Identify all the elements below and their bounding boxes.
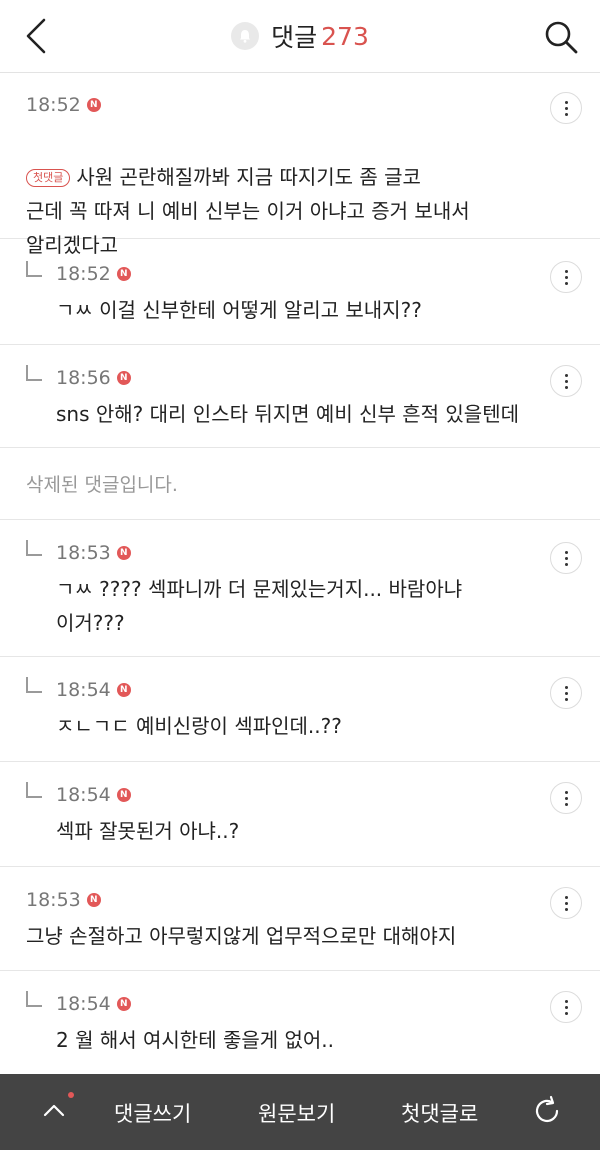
reply-indent-icon [26, 365, 42, 381]
more-options-button[interactable] [550, 782, 582, 814]
go-first-comment-button[interactable]: 첫댓글로 [401, 1098, 478, 1128]
chevron-up-icon[interactable] [40, 1096, 68, 1124]
more-options-button[interactable] [550, 92, 582, 124]
reply-indent-icon [26, 991, 42, 1007]
more-options-button[interactable] [550, 991, 582, 1023]
new-badge: N [116, 546, 131, 560]
reply-indent-icon [26, 677, 42, 693]
comment-time: 18:54 [56, 679, 111, 701]
comment-time: 18:54 [56, 784, 111, 806]
more-options-button[interactable] [550, 887, 582, 919]
comment-meta: 18:53 N [56, 542, 131, 564]
more-options-button[interactable] [550, 677, 582, 709]
more-vertical-icon [564, 100, 568, 116]
comment-meta: 18:52 N [56, 263, 131, 285]
search-icon[interactable] [542, 18, 580, 56]
comment-meta: 18:54 N [56, 993, 131, 1015]
comment-text: ㅈㄴㄱㄷ 예비신랑이 섹파인데..?? [56, 714, 342, 738]
deleted-comment-text: 삭제된 댓글입니다. [26, 474, 178, 496]
new-badge: N [116, 267, 131, 281]
comment-time: 18:53 [26, 889, 81, 911]
comment-text: 그냥 손절하고 아무렇지않게 업무적으로만 대해야지 [26, 924, 457, 948]
comment-meta: 18:53 N [26, 889, 101, 911]
deleted-comment: 삭제된 댓글입니다. [0, 448, 600, 520]
page-title: 댓글 [271, 23, 318, 52]
comment-count: 273 [321, 21, 369, 51]
comment-time: 18:52 [56, 263, 111, 285]
bottom-action-bar: 댓글쓰기 원문보기 첫댓글로 [0, 1074, 600, 1150]
new-badge: N [86, 893, 101, 907]
first-comment-badge: 첫댓글 [26, 169, 71, 187]
view-original-button[interactable]: 원문보기 [258, 1098, 335, 1128]
comment-meta: 18:56 N [56, 367, 131, 389]
comment-item: 18:53 N 그냥 손절하고 아무렇지않게 업무적으로만 대해야지 [0, 867, 600, 971]
reply-indent-icon [26, 261, 42, 277]
comment-meta: 18:52 N [26, 94, 101, 116]
reply-item: 18:56 N sns 안해? 대리 인스타 뒤지면 예비 신부 흔적 있을텐데 [0, 345, 600, 448]
comment-text: ㄱㅆ ???? 섹파니까 더 문제있는거지... 바람아냐 이거??? [56, 577, 463, 635]
comment-time: 18:56 [56, 367, 111, 389]
new-badge: N [116, 788, 131, 802]
comment-list: 18:52 N 첫댓글 사원 곤란해질까봐 지금 따지기도 좀 글코 근데 꼭 따… [0, 72, 600, 1081]
bell-icon[interactable] [231, 22, 260, 50]
reply-item: 18:54 N 섹파 잘못된거 아냐..? [0, 762, 600, 867]
more-vertical-icon [564, 999, 568, 1015]
more-vertical-icon [564, 373, 568, 389]
comment-text: 2 월 해서 여시한테 좋을게 없어.. [56, 1028, 335, 1052]
more-vertical-icon [564, 685, 568, 701]
reply-item: 18:54 N ㅈㄴㄱㄷ 예비신랑이 섹파인데..?? [0, 657, 600, 762]
comment-item: 18:52 N 첫댓글 사원 곤란해질까봐 지금 따지기도 좀 글코 근데 꼭 따… [0, 72, 600, 257]
more-options-button[interactable] [550, 365, 582, 397]
header-title-group: 댓글 273 [0, 0, 600, 72]
more-vertical-icon [564, 895, 568, 911]
reply-indent-icon [26, 782, 42, 798]
comment-text: ㄱㅆ 이걸 신부한테 어떻게 알리고 보내지?? [56, 298, 422, 322]
more-vertical-icon [564, 269, 568, 285]
new-badge: N [116, 683, 131, 697]
more-options-button[interactable] [550, 542, 582, 574]
reply-item: 18:52 N ㄱㅆ 이걸 신부한테 어떻게 알리고 보내지?? [0, 239, 600, 345]
reply-item: 18:53 N ㄱㅆ ???? 섹파니까 더 문제있는거지... 바람아냐 이거… [0, 520, 600, 657]
more-vertical-icon [564, 790, 568, 806]
reply-item: 18:54 N 2 월 해서 여시한테 좋을게 없어.. [0, 971, 600, 1081]
new-badge: N [86, 98, 101, 112]
reply-indent-icon [26, 540, 42, 556]
comment-time: 18:52 [26, 94, 81, 116]
top-app-bar: 댓글 273 [0, 0, 600, 73]
comment-time: 18:53 [56, 542, 111, 564]
comment-meta: 18:54 N [56, 784, 131, 806]
comment-text: 섹파 잘못된거 아냐..? [56, 819, 240, 843]
write-comment-button[interactable]: 댓글쓰기 [114, 1098, 191, 1128]
refresh-icon[interactable] [530, 1094, 564, 1128]
comment-meta: 18:54 N [56, 679, 131, 701]
comment-time: 18:54 [56, 993, 111, 1015]
new-badge: N [116, 371, 131, 385]
more-vertical-icon [564, 550, 568, 566]
notification-dot [68, 1092, 74, 1098]
new-badge: N [116, 997, 131, 1011]
more-options-button[interactable] [550, 261, 582, 293]
comment-text: sns 안해? 대리 인스타 뒤지면 예비 신부 흔적 있을텐데 [56, 402, 519, 426]
